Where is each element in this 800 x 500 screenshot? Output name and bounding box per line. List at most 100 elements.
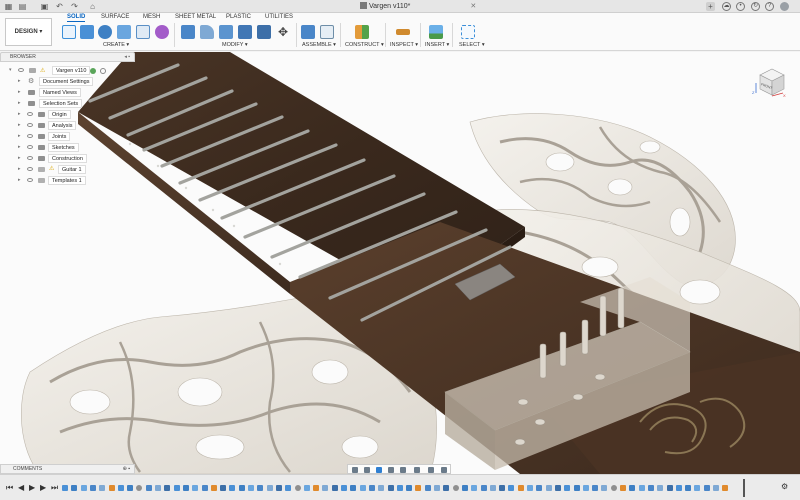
cloud-icon[interactable]: ☁ xyxy=(722,2,731,11)
revolve-icon[interactable] xyxy=(98,25,112,39)
timeline-feature-icon[interactable] xyxy=(248,485,254,491)
go-to-end-icon[interactable]: ⏭ xyxy=(51,483,58,493)
shell-icon[interactable] xyxy=(238,25,252,39)
timeline-feature-icon[interactable] xyxy=(136,485,143,491)
timeline-feature-icon[interactable] xyxy=(508,485,515,491)
browser-item-guitar[interactable]: ▸ ⚠ Guitar 1 xyxy=(0,165,135,174)
redo-icon[interactable]: ↷ xyxy=(70,2,79,11)
timeline-feature-icon[interactable] xyxy=(313,485,320,491)
timeline-feature-icon[interactable] xyxy=(80,485,87,491)
visibility-icon[interactable] xyxy=(27,145,33,149)
comments-panel[interactable]: COMMENTS ⊕ ▪ xyxy=(0,464,135,474)
timeline-feature-icon[interactable] xyxy=(210,485,217,491)
timeline-feature-icon[interactable] xyxy=(303,485,310,491)
expand-arrow-icon[interactable]: ▸ xyxy=(18,155,21,161)
hole-icon[interactable] xyxy=(117,25,131,39)
viewports-icon[interactable] xyxy=(441,467,447,473)
timeline-feature-icon[interactable] xyxy=(155,485,161,491)
browser-item-joints[interactable]: ▸ Joints xyxy=(0,132,135,141)
timeline-feature-icon[interactable] xyxy=(108,485,115,491)
timeline-feature-icon[interactable] xyxy=(182,485,189,491)
pan-icon[interactable] xyxy=(376,467,382,473)
browser-item-analysis[interactable]: ▸ Analysis xyxy=(0,121,135,130)
expand-arrow-icon[interactable]: ▸ xyxy=(18,100,21,106)
insert-image-icon[interactable] xyxy=(429,25,443,39)
timeline-feature-icon[interactable] xyxy=(443,485,450,491)
timeline-feature-icon[interactable] xyxy=(471,485,478,491)
select-icon[interactable] xyxy=(461,25,475,39)
home-icon[interactable]: ⌂ xyxy=(88,2,97,11)
tab-solid[interactable]: SOLID xyxy=(67,14,86,22)
tab-sheet-metal[interactable]: SHEET METAL xyxy=(175,14,216,20)
help-icon[interactable]: ? xyxy=(765,2,774,11)
add-tab-icon[interactable]: + xyxy=(706,2,715,11)
panel-controls[interactable]: ◂ ▪ xyxy=(124,53,130,62)
look-at-icon[interactable] xyxy=(364,467,370,473)
file-icon[interactable]: ▤ xyxy=(18,2,27,11)
timeline-feature-icon[interactable] xyxy=(620,485,626,491)
timeline-feature-icon[interactable] xyxy=(387,485,394,491)
browser-item-origin[interactable]: ▸ Origin xyxy=(0,110,135,119)
timeline-feature-icon[interactable] xyxy=(406,485,413,491)
timeline-feature-icon[interactable] xyxy=(564,485,571,491)
visibility-icon[interactable] xyxy=(27,178,33,182)
grid-icon[interactable]: ▦ xyxy=(4,2,13,11)
timeline-feature-icon[interactable] xyxy=(266,485,273,491)
timeline-feature-icon[interactable] xyxy=(647,485,654,491)
combine-icon[interactable] xyxy=(257,25,271,39)
timeline-feature-icon[interactable] xyxy=(229,485,236,491)
timeline-feature-icon[interactable] xyxy=(517,485,524,491)
timeline-feature-icon[interactable] xyxy=(257,485,264,491)
timeline-feature-icon[interactable] xyxy=(164,485,171,491)
visibility-icon[interactable] xyxy=(27,112,33,116)
expand-arrow-icon[interactable]: ▸ xyxy=(18,89,21,95)
timeline-feature-icon[interactable] xyxy=(99,485,106,491)
construct-group-label[interactable]: CONSTRUCT ▾ xyxy=(345,42,384,48)
timeline-feature-icon[interactable] xyxy=(359,485,366,491)
go-to-start-icon[interactable]: ⏮ xyxy=(6,483,13,493)
timeline-feature-icon[interactable] xyxy=(638,485,645,491)
form-icon[interactable] xyxy=(155,25,169,39)
job-status-icon[interactable]: ↻ xyxy=(751,2,760,11)
step-forward-icon[interactable]: ▶ xyxy=(40,483,46,492)
offset-plane-icon[interactable] xyxy=(355,25,369,39)
insert-group-label[interactable]: INSERT ▾ xyxy=(425,42,449,48)
visibility-icon[interactable] xyxy=(18,68,24,72)
timeline-feature-icon[interactable] xyxy=(71,485,78,491)
browser-header[interactable]: BROWSER ◂ ▪ xyxy=(0,52,135,62)
timeline-feature-icon[interactable] xyxy=(554,485,561,491)
timeline-feature-icon[interactable] xyxy=(117,485,124,491)
step-back-icon[interactable]: ◀ xyxy=(18,483,24,492)
browser-item-construction[interactable]: ▸ Construction xyxy=(0,154,135,163)
play-icon[interactable]: ▶ xyxy=(29,483,35,492)
viewcube[interactable]: FRONT Z X xyxy=(752,63,788,99)
modify-group-label[interactable]: MODIFY ▾ xyxy=(222,42,248,48)
joint-icon[interactable] xyxy=(320,25,334,39)
create-group-label[interactable]: CREATE ▾ xyxy=(103,42,129,48)
timeline-feature-icon[interactable] xyxy=(675,485,682,491)
visibility-icon[interactable] xyxy=(27,134,33,138)
timeline-feature-icon[interactable] xyxy=(424,485,431,491)
save-icon[interactable]: ▣ xyxy=(40,2,49,11)
timeline-feature-icon[interactable] xyxy=(713,485,719,491)
timeline-feature-icon[interactable] xyxy=(89,485,96,491)
timeline-track[interactable] xyxy=(62,475,742,500)
chamfer-icon[interactable] xyxy=(219,25,233,39)
timeline-feature-icon[interactable] xyxy=(368,485,375,491)
timeline-marker[interactable] xyxy=(743,479,745,497)
browser-item-sketches[interactable]: ▸ Sketches xyxy=(0,143,135,152)
collapse-arrow-icon[interactable]: ▾ xyxy=(9,67,12,73)
expand-arrow-icon[interactable]: ▸ xyxy=(18,133,21,139)
assemble-group-label[interactable]: ASSEMBLE ▾ xyxy=(302,42,336,48)
tab-surface[interactable]: SURFACE xyxy=(101,14,129,20)
timeline-feature-icon[interactable] xyxy=(545,485,552,491)
expand-arrow-icon[interactable]: ▸ xyxy=(18,166,21,172)
timeline-feature-icon[interactable] xyxy=(415,485,422,491)
timeline-feature-icon[interactable] xyxy=(480,485,487,491)
timeline-feature-icon[interactable] xyxy=(201,485,208,491)
timeline-feature-icon[interactable] xyxy=(722,485,729,491)
user-avatar[interactable] xyxy=(780,2,789,11)
timeline-feature-icon[interactable] xyxy=(350,485,357,491)
create-sketch-icon[interactable] xyxy=(62,25,76,39)
timeline-feature-icon[interactable] xyxy=(238,485,245,491)
